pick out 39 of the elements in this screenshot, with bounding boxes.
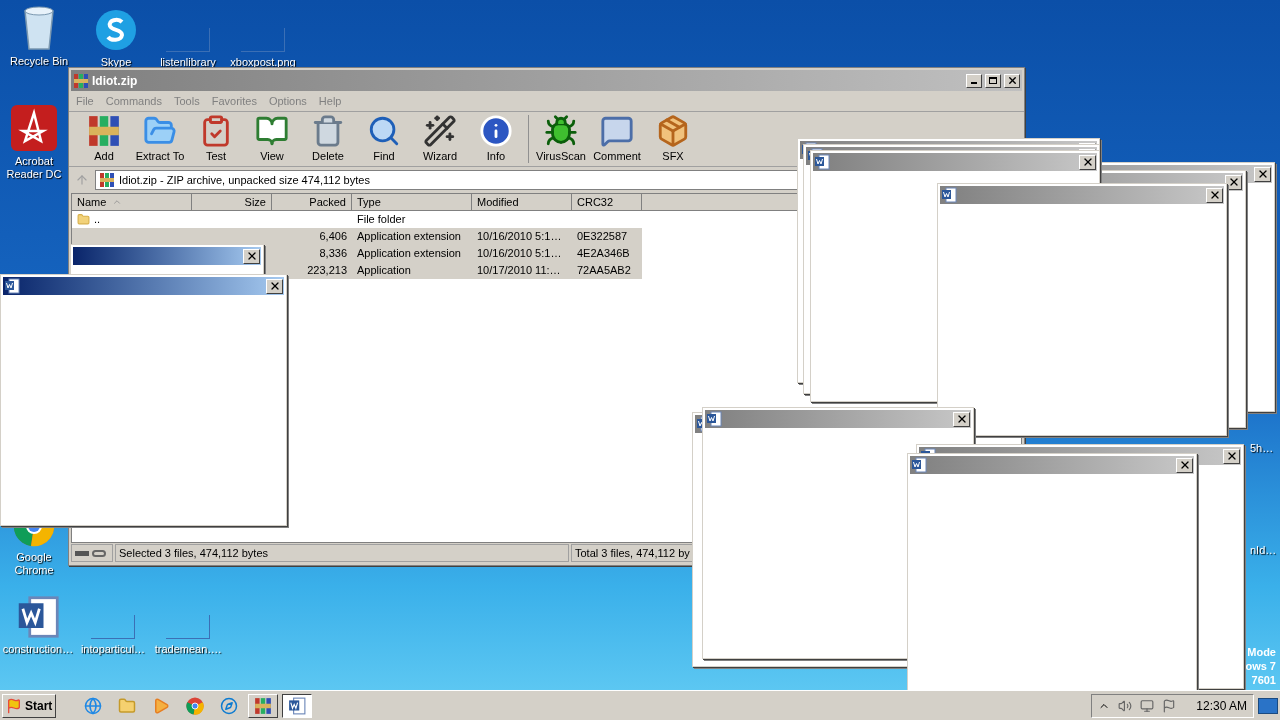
table-cell-text: Application: [357, 263, 411, 279]
start-button[interactable]: Start: [2, 693, 57, 718]
toolbar-button[interactable]: Wizard: [413, 113, 467, 166]
toolbar-button[interactable]: View: [245, 113, 299, 166]
file-row[interactable]: 6,406 Application extension 10/16/2010 5:1… 0E322587: [72, 228, 642, 245]
test-mode-text: Mode: [1247, 645, 1276, 659]
table-cell-text: 10/16/2010 5:1…: [477, 246, 562, 262]
test-mode-text: 7601: [1251, 673, 1276, 687]
status-text: Selected 3 files, 474,112 bytes: [115, 544, 569, 562]
table-cell-text: File folder: [357, 212, 406, 228]
toolbar-button[interactable]: Extract To: [133, 113, 187, 166]
toolbar-button[interactable]: Comment: [590, 113, 644, 166]
toolbar-button[interactable]: SFX: [646, 113, 700, 166]
clock: 12:30 AM: [1196, 697, 1247, 715]
table-cell-text: 223,213: [307, 263, 347, 279]
toolbar-button[interactable]: Delete: [301, 113, 355, 166]
desktop-icon-label[interactable]: xboxpost.png: [230, 56, 296, 69]
desktop-icon-label[interactable]: Acrobat Reader DC: [1, 155, 67, 181]
table-cell-text: 10/16/2010 5:1…: [477, 229, 562, 245]
table-cell-text: Application extension: [357, 229, 461, 245]
table-cell-text: 10/17/2010 11:…: [477, 263, 561, 279]
table-cell-text: 4E2A346B: [577, 246, 630, 262]
toolbar-button[interactable]: Test: [189, 113, 243, 166]
table-cell-text: Application extension: [357, 246, 461, 262]
table-cell-text: 72AA5AB2: [577, 263, 631, 279]
toolbar-button[interactable]: Info: [469, 113, 523, 166]
toolbar-button[interactable]: Find: [357, 113, 411, 166]
table-cell-text: 0E322587: [577, 229, 628, 245]
test-mode-text: ows 7: [1245, 659, 1276, 673]
toolbar-button[interactable]: VirusScan: [534, 113, 588, 166]
table-cell-text: 6,406: [319, 229, 347, 245]
desktop-icon-label[interactable]: Recycle Bin: [9, 55, 69, 68]
desktop-icon-label[interactable]: listenlibrary: [160, 56, 216, 69]
window-title: Idiot.zip: [92, 72, 138, 90]
desktop-icon-label[interactable]: 5h…: [1250, 440, 1277, 457]
toolbar-button[interactable]: Add: [77, 113, 131, 166]
table-cell-text: ..: [94, 212, 101, 228]
table-cell-text: 8,336: [319, 246, 347, 262]
desktop-icon-label[interactable]: Skype: [100, 56, 132, 69]
